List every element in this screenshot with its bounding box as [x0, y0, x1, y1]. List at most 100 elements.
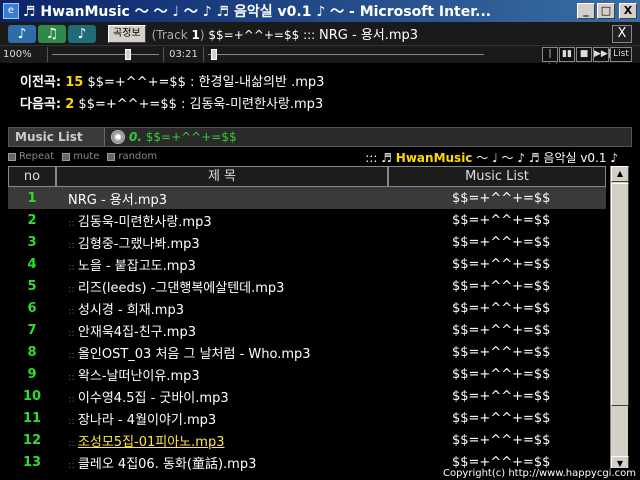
mute-option[interactable]: mute — [62, 151, 99, 162]
row-title[interactable]: :: 김형중-그랬나봐.mp3 — [56, 233, 436, 252]
note-icon-3: ♪ — [68, 24, 96, 43]
table-row[interactable]: 3:: 김형중-그랬나봐.mp3 $$=+^^+=$$ — [8, 231, 606, 253]
current-track: (Track 1) $$=+^^+=$$ ::: NRG - 용서.mp3 — [152, 24, 418, 43]
progress-strip: 100% 03:21 |◀◀ ▮▮ ■ ▶▶| List — [0, 46, 640, 72]
row-title[interactable]: :: 성시경 - 희재.mp3 — [56, 299, 436, 318]
next-button[interactable]: ▶▶| — [593, 47, 611, 62]
ie-icon: e — [3, 3, 19, 19]
maximize-button[interactable]: □ — [597, 3, 615, 19]
row-title[interactable]: :: 장나라 - 4월이야기.mp3 — [56, 409, 436, 428]
table-row[interactable]: 2:: 김동욱-미련한사랑.mp3 $$=+^^+=$$ — [8, 209, 606, 231]
elapsed-time: 03:21 — [164, 47, 204, 62]
header-music-list[interactable]: Music List — [388, 166, 606, 187]
row-music-list: $$=+^^+=$$ — [452, 190, 551, 206]
table-row[interactable]: 1 NRG - 용서.mp3 $$=+^^+=$$ — [8, 187, 606, 209]
close-window-button[interactable]: X — [619, 3, 637, 19]
volume-slider[interactable] — [48, 47, 164, 62]
seek-knob[interactable] — [210, 49, 217, 60]
row-title[interactable]: NRG - 용서.mp3 — [56, 189, 436, 208]
brand-name: HwanMusic — [395, 151, 473, 165]
random-checkbox[interactable] — [107, 152, 116, 161]
prev-next-panel: 이전곡: 15 $$=+^^+=$$ : 한경일-내삶의반 .mp3 다음곡: … — [8, 64, 632, 124]
next-number: 2 — [65, 97, 75, 112]
row-music-list: $$=+^^+=$$ — [452, 388, 551, 404]
playlist-scrollbar[interactable]: ▲ ▼ — [610, 166, 629, 472]
scroll-up-arrow[interactable]: ▲ — [611, 166, 629, 182]
stop-button[interactable]: ■ — [576, 47, 592, 62]
row-bullet: :: — [68, 217, 78, 229]
table-row[interactable]: 6:: 성시경 - 희재.mp3 $$=+^^+=$$ — [8, 297, 606, 319]
list-button[interactable]: List — [610, 47, 632, 62]
music-list-tab[interactable]: Music List — [9, 128, 105, 146]
playlist-rows: 1 NRG - 용서.mp3 $$=+^^+=$$ 2:: 김동욱-미련한사랑.mp3… — [8, 187, 606, 473]
row-bullet: :: — [68, 393, 78, 405]
repeat-option[interactable]: Repeat — [8, 151, 54, 162]
prev-song-row: 이전곡: 15 $$=+^^+=$$ : 한경일-내삶의반 .mp3 — [20, 72, 632, 94]
row-number: 1 — [27, 190, 37, 206]
random-option[interactable]: random — [107, 151, 157, 162]
table-row[interactable]: 9:: 왁스-날떠난이유.mp3 $$=+^^+=$$ — [8, 363, 606, 385]
row-music-list: $$=+^^+=$$ — [452, 344, 551, 360]
pause-button[interactable]: ▮▮ — [559, 47, 575, 62]
row-number: 7 — [27, 322, 37, 338]
row-music-list: $$=+^^+=$$ — [452, 300, 551, 316]
brand-suffix: ～ ♩ ～ ♪ ♬ 음악실 v0.1 ♪ — [476, 151, 618, 165]
row-bullet: :: — [68, 349, 78, 361]
row-title[interactable]: :: 왁스-날떠난이유.mp3 — [56, 365, 436, 384]
row-title[interactable]: :: 이수영4.5집 - 굿바이.mp3 — [56, 387, 436, 406]
table-row[interactable]: 5:: 리즈(leeds) -그댄행복에살텐데.mp3 $$=+^^+=$$ — [8, 275, 606, 297]
row-title-text: 장나라 - 4월이야기.mp3 — [77, 412, 217, 428]
minimize-button[interactable]: _ — [577, 3, 595, 19]
row-music-list: $$=+^^+=$$ — [452, 410, 551, 426]
table-row[interactable]: 10:: 이수영4.5집 - 굿바이.mp3 $$=+^^+=$$ — [8, 385, 606, 407]
mute-checkbox[interactable] — [62, 152, 71, 161]
window-title: ♬ HwanMusic ～ ～ ♩ ～ ♪ ♬ 음악실 v0.1 ♪ ～ - M… — [23, 4, 492, 20]
repeat-checkbox[interactable] — [8, 152, 16, 161]
next-song-row: 다음곡: 2 $$=+^^+=$$ : 김동욱-미련한사랑.mp3 — [20, 94, 632, 116]
row-number: 9 — [27, 366, 37, 382]
row-title-text: 왁스-날떠난이유.mp3 — [77, 368, 200, 384]
next-song-text: $$=+^^+=$$ : 김동욱-미련한사랑.mp3 — [78, 97, 324, 112]
copyright-text: Copyright(c) http://www.happycgi.com — [440, 468, 638, 480]
row-title[interactable]: :: 조성모5집-01피아노.mp3 — [56, 431, 436, 450]
row-title-text: 올인OST_03 처음 그 날처럼 - Who.mp3 — [77, 346, 311, 362]
prev-button[interactable]: |◀◀ — [542, 47, 558, 72]
row-bullet: :: — [68, 283, 78, 295]
table-row[interactable]: 4:: 노을 - 붙잡고도.mp3 $$=+^^+=$$ — [8, 253, 606, 275]
row-title[interactable]: :: 리즈(leeds) -그댄행복에살텐데.mp3 — [56, 277, 436, 296]
row-bullet: :: — [68, 239, 78, 251]
music-list-now-marker: $$=+^^+=$$ — [145, 130, 237, 144]
row-title[interactable]: :: 노을 - 붙잡고도.mp3 — [56, 255, 436, 274]
header-no[interactable]: no — [8, 166, 56, 187]
row-title[interactable]: :: 올인OST_03 처음 그 날처럼 - Who.mp3 — [56, 343, 436, 362]
row-music-list: $$=+^^+=$$ — [452, 432, 551, 448]
current-song-title: NRG - 용서.mp3 — [319, 28, 419, 43]
row-title-text: 김동욱-미련한사랑.mp3 — [77, 214, 212, 230]
volume-knob[interactable] — [124, 49, 131, 60]
row-bullet: :: — [68, 371, 78, 383]
table-row[interactable]: 8:: 올인OST_03 처음 그 날처럼 - Who.mp3 $$=+^^+=$… — [8, 341, 606, 363]
row-bullet: :: — [68, 327, 78, 339]
row-title[interactable]: :: 클레오 4집06. 동화(童話).mp3 — [56, 453, 436, 472]
player-close-button[interactable]: X — [612, 25, 632, 43]
row-title-text: 성시경 - 희재.mp3 — [77, 302, 184, 318]
header-title[interactable]: 제 목 — [56, 166, 388, 187]
row-number: 6 — [27, 300, 37, 316]
row-title[interactable]: :: 안재욱4집-친구.mp3 — [56, 321, 436, 340]
seek-slider[interactable] — [204, 47, 488, 62]
row-title-text: NRG - 용서.mp3 — [68, 192, 168, 208]
music-notes-logo: ♪ ♫ ♪ — [8, 24, 100, 44]
scroll-thumb[interactable] — [611, 183, 629, 406]
row-number: 12 — [22, 432, 42, 448]
prev-number: 15 — [65, 75, 84, 90]
table-row[interactable]: 12:: 조성모5집-01피아노.mp3 $$=+^^+=$$ — [8, 429, 606, 451]
row-title-text: 안재욱4집-친구.mp3 — [77, 324, 196, 340]
seek-track — [208, 54, 484, 55]
row-bullet: :: — [68, 459, 78, 471]
table-row[interactable]: 7:: 안재욱4집-친구.mp3 $$=+^^+=$$ — [8, 319, 606, 341]
song-info-button[interactable]: 곡정보 — [108, 24, 146, 43]
row-title[interactable]: :: 김동욱-미련한사랑.mp3 — [56, 211, 436, 230]
cd-icon — [111, 130, 125, 144]
table-row[interactable]: 11:: 장나라 - 4월이야기.mp3 $$=+^^+=$$ — [8, 407, 606, 429]
track-number: 1 — [191, 28, 200, 42]
